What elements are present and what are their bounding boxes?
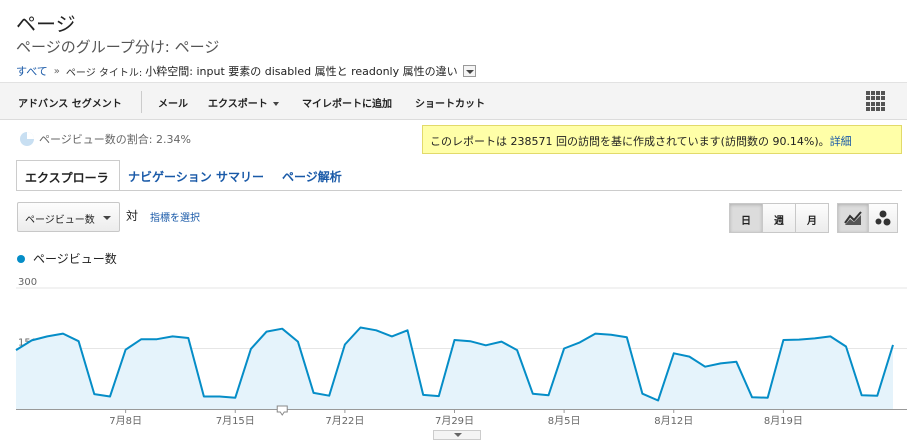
granularity-month-button[interactable]: 月 <box>795 203 829 233</box>
report-toolbar: アドバンス セグメント メール エクスポート マイレポートに追加 ショートカット <box>0 82 907 120</box>
pageview-chart[interactable]: 1503007月8日7月15日7月22日7月29日8月5日8月12日8月19日 <box>0 270 907 430</box>
breadcrumb: すべて » ページ タイトル: 小粋空間: input 要素の disabled… <box>16 63 476 79</box>
x-tick-label: 8月19日 <box>764 415 803 427</box>
sampling-notice-text: このレポートは 238571 回の訪問を基に作成されています(訪問数の 90.1… <box>430 135 830 148</box>
tab-navigation-summary[interactable]: ナビゲーション サマリー <box>120 160 272 191</box>
legend-label: ページビュー数 <box>33 252 117 266</box>
x-tick-label: 7月15日 <box>216 415 255 427</box>
line-chart-button[interactable] <box>837 203 869 233</box>
shortcut-button[interactable]: ショートカット <box>415 95 485 110</box>
breadcrumb-dimension-label: ページ タイトル: <box>65 67 143 79</box>
chevron-down-icon <box>272 102 279 106</box>
chart-legend: ページビュー数 <box>17 250 117 267</box>
tab-explorer[interactable]: エクスプローラ <box>16 160 120 191</box>
pageview-share: ページビュー数の割合: 2.34% <box>20 131 191 147</box>
metric-select[interactable]: ページビュー数 <box>17 202 120 232</box>
sampling-details-link[interactable]: 詳細 <box>830 135 852 148</box>
motion-chart-button[interactable] <box>868 203 898 233</box>
x-tick-label: 7月22日 <box>325 415 364 427</box>
tab-divider <box>16 190 902 191</box>
x-tick-label: 7月29日 <box>435 415 474 427</box>
granularity-week-button[interactable]: 週 <box>762 203 796 233</box>
export-label: エクスポート <box>208 99 268 110</box>
breadcrumb-separator: » <box>53 65 60 77</box>
add-to-dashboard-button[interactable]: マイレポートに追加 <box>302 95 392 110</box>
toolbar-divider <box>141 91 142 113</box>
advanced-segments-button[interactable]: アドバンス セグメント <box>18 95 122 110</box>
breadcrumb-dimension-value: 小粋空間: input 要素の disabled 属性と readonly 属性… <box>145 65 458 78</box>
sampling-notice: このレポートは 238571 回の訪問を基に作成されています(訪問数の 90.1… <box>422 125 902 154</box>
line-chart-icon <box>844 211 862 225</box>
email-button[interactable]: メール <box>158 95 188 110</box>
x-tick-label: 8月12日 <box>654 415 693 427</box>
series-dot-icon <box>17 254 25 263</box>
breadcrumb-root-link[interactable]: すべて <box>16 63 48 79</box>
pie-chart-icon <box>20 132 34 146</box>
tab-page-analytics[interactable]: ページ解析 <box>274 160 350 191</box>
pageview-share-text: ページビュー数の割合: 2.34% <box>39 133 191 146</box>
page-subtitle: ページのグループ分け: ページ <box>16 38 220 56</box>
x-tick-label: 7月8日 <box>109 415 142 427</box>
annotation-marker-icon <box>276 405 288 416</box>
view-grid-icon[interactable] <box>866 91 886 111</box>
bubble-chart-icon <box>875 210 891 226</box>
page-title: ページ <box>16 12 76 36</box>
granularity-day-button[interactable]: 日 <box>729 203 763 233</box>
breadcrumb-dropdown-icon[interactable] <box>462 65 476 77</box>
export-button[interactable]: エクスポート <box>208 95 279 110</box>
y-tick-label: 300 <box>18 277 37 288</box>
choose-metric-link[interactable]: 指標を選択 <box>150 209 200 224</box>
versus-label: 対 <box>126 209 139 223</box>
chart-expand-handle[interactable] <box>433 430 481 440</box>
x-tick-label: 8月5日 <box>548 415 581 427</box>
